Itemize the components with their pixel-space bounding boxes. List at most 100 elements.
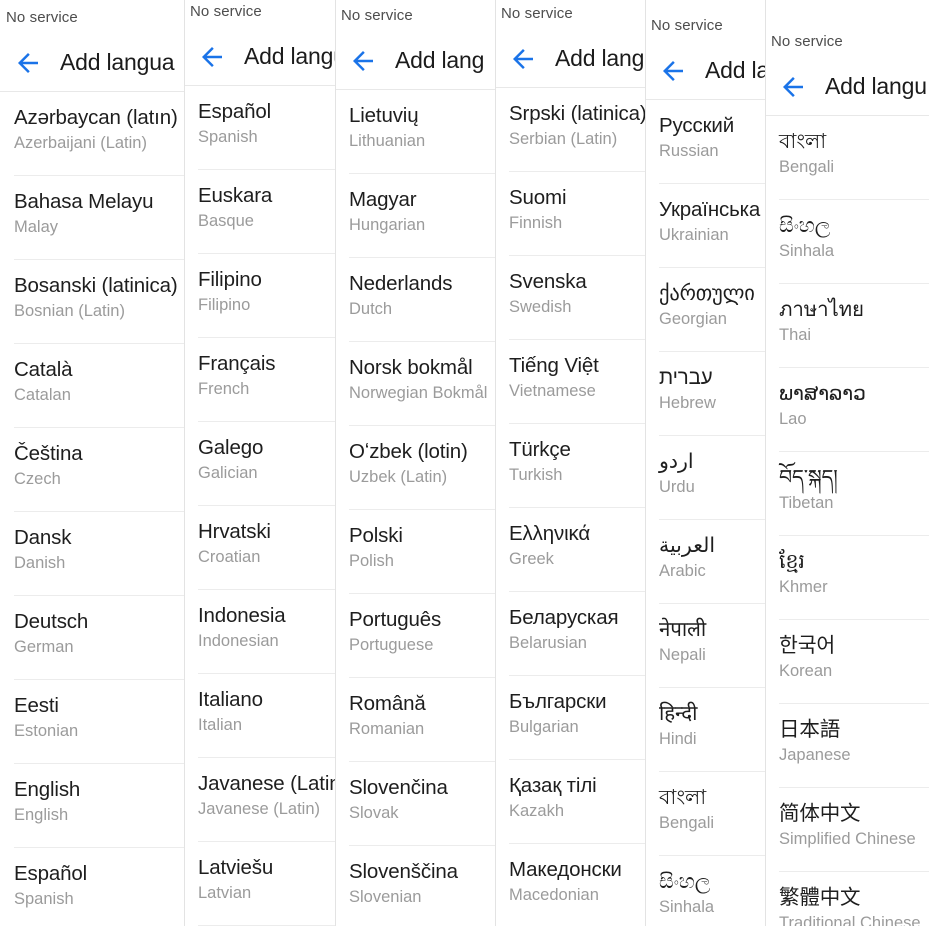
language-list-item[interactable]: Español Spanish	[184, 86, 335, 170]
arrow-left-icon[interactable]	[773, 67, 813, 107]
language-list-item[interactable]: Deutsch German	[0, 596, 184, 680]
language-list-item[interactable]: Қазақ тілі Kazakh	[495, 760, 645, 844]
arrow-left-icon[interactable]	[343, 41, 383, 81]
language-list[interactable]: বাংলা Bengali සිංහල Sinhala ภาษาไทย Thai ພາສາລ…	[765, 116, 929, 926]
language-list-item[interactable]: Беларуская Belarusian	[495, 592, 645, 676]
phone-screenshot-panel: No service Add langu বাংলা Bengali සිංහල Sinh…	[765, 0, 929, 926]
language-list-item[interactable]: Türkçe Turkish	[495, 424, 645, 508]
language-list-item[interactable]: Galego Galician	[184, 422, 335, 506]
language-list-item[interactable]: ქართული Georgian	[645, 268, 765, 352]
carrier-status-text: No service	[341, 6, 413, 24]
language-native-name: Català	[14, 358, 73, 381]
language-list-item[interactable]: Italiano Italian	[184, 674, 335, 758]
language-list-item[interactable]: ພາສາລາວ Lao	[765, 368, 929, 452]
language-english-name: Lithuanian	[349, 132, 426, 150]
language-list-item[interactable]: Bosanski (latinica) Bosnian (Latin)	[0, 260, 184, 344]
arrow-left-icon[interactable]	[503, 39, 543, 79]
language-list-item[interactable]: ภาษาไทย Thai	[765, 284, 929, 368]
language-english-name: Bengali	[659, 814, 715, 832]
language-list-item[interactable]: English English	[0, 764, 184, 848]
language-list-item[interactable]: Čeština Czech	[0, 428, 184, 512]
panel-divider	[184, 0, 185, 926]
language-english-name: Belarusian	[509, 634, 587, 652]
language-list-item[interactable]: Slovenčina Slovak	[335, 762, 495, 846]
panel-divider	[645, 0, 646, 926]
language-list-item[interactable]: עברית Hebrew	[645, 352, 765, 436]
language-list-item[interactable]: 简体中文 Simplified Chinese	[765, 788, 929, 872]
language-list-item[interactable]: Euskara Basque	[184, 170, 335, 254]
language-list-item[interactable]: Română Romanian	[335, 678, 495, 762]
language-list-item[interactable]: Македонски Macedonian	[495, 844, 645, 926]
language-list-item[interactable]: 日本語 Japanese	[765, 704, 929, 788]
page-title: Add langu	[825, 73, 927, 99]
language-list-item[interactable]: ខ្មែរ Khmer	[765, 536, 929, 620]
language-list-item[interactable]: 繁體中文 Traditional Chinese	[765, 872, 929, 926]
language-list-item[interactable]: Suomi Finnish	[495, 172, 645, 256]
language-list-item[interactable]: Ελληνικά Greek	[495, 508, 645, 592]
language-english-name: Kazakh	[509, 802, 565, 820]
language-list-item[interactable]: हिन्दी Hindi	[645, 688, 765, 772]
language-list-item[interactable]: Español Spanish	[0, 848, 184, 926]
language-list-item[interactable]: Hrvatski Croatian	[184, 506, 335, 590]
language-list[interactable]: Azərbaycan (latın) Azerbaijani (Latin) Bah…	[0, 92, 184, 926]
language-list-item[interactable]: Azərbaycan (latın) Azerbaijani (Latin)	[0, 92, 184, 176]
language-list-item[interactable]: Magyar Hungarian	[335, 174, 495, 258]
language-english-name: Malay	[14, 218, 59, 236]
language-list-item[interactable]: Українська Ukrainian	[645, 184, 765, 268]
arrow-left-icon[interactable]	[653, 51, 693, 91]
language-list-item[interactable]: Nederlands Dutch	[335, 258, 495, 342]
language-list-item[interactable]: বাংলা Bengali	[645, 772, 765, 856]
panel-divider	[335, 0, 336, 926]
language-english-name: Simplified Chinese	[779, 830, 916, 848]
language-list-item[interactable]: བོད་སྐད། Tibetan	[765, 452, 929, 536]
arrow-left-icon[interactable]	[192, 37, 232, 77]
language-list-item[interactable]: Indonesia Indonesian	[184, 590, 335, 674]
language-list-item[interactable]: Русский Russian	[645, 100, 765, 184]
carrier-status-text: No service	[190, 2, 262, 20]
language-english-name: Polish	[349, 552, 394, 570]
language-native-name: Hrvatski	[198, 520, 271, 543]
language-list-item[interactable]: Català Catalan	[0, 344, 184, 428]
language-list-item[interactable]: Srpski (latinica) Serbian (Latin)	[495, 88, 645, 172]
language-list[interactable]: Русский Russian Українська Ukrainian ქართული…	[645, 100, 765, 926]
language-list-item[interactable]: Tiếng Việt Vietnamese	[495, 340, 645, 424]
language-english-name: Norwegian Bokmål	[349, 384, 488, 402]
language-list-item[interactable]: සිංහල Sinhala	[645, 856, 765, 926]
language-list-item[interactable]: Български Bulgarian	[495, 676, 645, 760]
language-list-item[interactable]: Polski Polish	[335, 510, 495, 594]
language-list-item[interactable]: Lietuvių Lithuanian	[335, 90, 495, 174]
language-list-item[interactable]: नेपाली Nepali	[645, 604, 765, 688]
phone-screenshot-panel: No service Add langu Español Spanish Euskara…	[184, 0, 335, 926]
language-list-item[interactable]: Oʻzbek (lotin) Uzbek (Latin)	[335, 426, 495, 510]
language-list-item[interactable]: Slovenščina Slovenian	[335, 846, 495, 926]
language-list-item[interactable]: Norsk bokmål Norwegian Bokmål	[335, 342, 495, 426]
language-list-item[interactable]: Dansk Danish	[0, 512, 184, 596]
language-list-item[interactable]: Eesti Estonian	[0, 680, 184, 764]
language-list-item[interactable]: اردو Urdu	[645, 436, 765, 520]
language-list-item[interactable]: Javanese (Latin) Javanese (Latin)	[184, 758, 335, 842]
language-english-name: Tibetan	[779, 494, 834, 512]
language-list[interactable]: Srpski (latinica) Serbian (Latin) Suomi Fin…	[495, 88, 645, 926]
language-list-item[interactable]: Filipino Filipino	[184, 254, 335, 338]
language-list-item[interactable]: 한국어 Korean	[765, 620, 929, 704]
language-list-item[interactable]: Latviešu Latvian	[184, 842, 335, 926]
panel-content: No service Add langua Azərbaycan (latın) Az…	[0, 0, 184, 926]
language-list-item[interactable]: සිංහල Sinhala	[765, 200, 929, 284]
language-list[interactable]: Español Spanish Euskara Basque Filipino Filip…	[184, 86, 335, 926]
language-english-name: Romanian	[349, 720, 425, 738]
panel-content: No service Add la Русский Russian Українська…	[645, 8, 765, 926]
language-native-name: Norsk bokmål	[349, 356, 473, 379]
language-list-item[interactable]: Português Portuguese	[335, 594, 495, 678]
language-list-item[interactable]: العربية Arabic	[645, 520, 765, 604]
language-list-item[interactable]: বাংলা Bengali	[765, 116, 929, 200]
language-list[interactable]: Lietuvių Lithuanian Magyar Hungarian Nederla…	[335, 90, 495, 926]
language-native-name: 繁體中文	[779, 886, 861, 909]
language-native-name: Javanese (Latin)	[198, 772, 335, 795]
language-list-item[interactable]: Svenska Swedish	[495, 256, 645, 340]
arrow-left-icon[interactable]	[8, 43, 48, 83]
language-native-name: اردو	[659, 450, 694, 473]
language-list-item[interactable]: Français French	[184, 338, 335, 422]
language-list-item[interactable]: Bahasa Melayu Malay	[0, 176, 184, 260]
language-native-name: 日本語	[779, 718, 841, 741]
language-english-name: Slovak	[349, 804, 399, 822]
